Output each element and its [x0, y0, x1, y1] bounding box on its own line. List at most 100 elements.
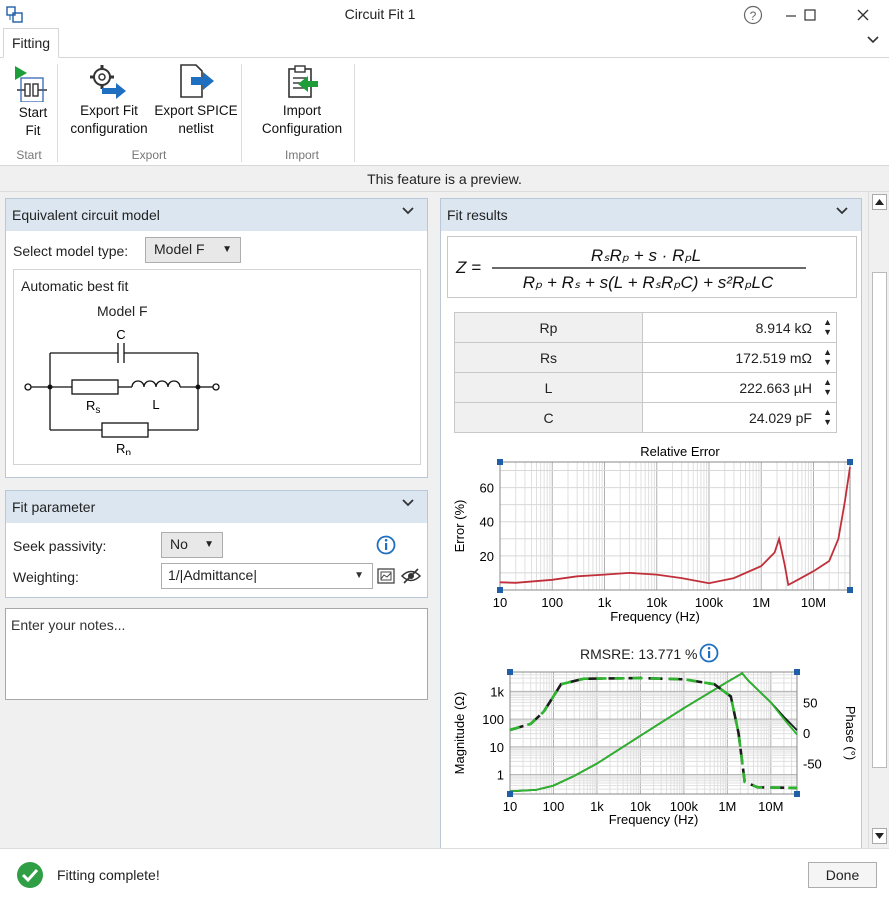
- resize-handle: [794, 791, 800, 797]
- spin-arrows-icon[interactable]: ▲ ▼: [823, 377, 832, 397]
- model-preview-box: Automatic best fit Model F C Rs L Rp: [13, 269, 421, 465]
- help-icon[interactable]: ?: [741, 3, 765, 27]
- label-rp: Rp: [116, 441, 131, 455]
- x-tick-label: 1M: [752, 595, 770, 610]
- close-icon[interactable]: [851, 3, 875, 27]
- scroll-up-button[interactable]: [872, 194, 887, 210]
- scroll-thumb[interactable]: [872, 272, 887, 768]
- x-tick-label: 10M: [758, 799, 783, 814]
- start-fit-button[interactable]: Start Fit: [10, 62, 56, 138]
- weighting-dropdown[interactable]: 1/|Admittance| ▼: [161, 563, 373, 589]
- label-c: C: [116, 327, 125, 342]
- fit-parameter-header[interactable]: Fit parameter: [6, 491, 427, 523]
- group-export-label: Export: [131, 148, 167, 162]
- export-spice-label-1: Export SPICE: [154, 103, 238, 118]
- impedance-formula-svg: Z = RₛRₚ + s · RₚL Rₚ + Rₛ + s(L + RₛRₚC…: [455, 246, 806, 292]
- y-tick-label: 40: [480, 515, 494, 530]
- circuit-diagram: C Rs L Rp: [24, 327, 220, 455]
- weighting-value: 1/|Admittance|: [168, 567, 257, 583]
- chevron-down-icon[interactable]: [401, 205, 415, 220]
- export-netlist-icon: [180, 64, 214, 98]
- y-axis-label: Magnitude (Ω): [452, 692, 467, 775]
- spin-arrows-icon[interactable]: ▲ ▼: [823, 407, 832, 427]
- scroll-down-button[interactable]: [872, 828, 887, 844]
- param-name: Rp: [454, 312, 643, 343]
- hide-eye-icon[interactable]: [400, 566, 422, 589]
- export-gear-icon: [90, 65, 126, 99]
- fit-results-title: Fit results: [447, 207, 508, 223]
- title-bar: Circuit Fit 1 ?: [0, 0, 889, 30]
- param-value: 24.029 pF: [748, 409, 812, 426]
- param-value: 172.519 mΩ: [735, 349, 812, 366]
- x-tick-label: 10M: [801, 595, 826, 610]
- done-button[interactable]: Done: [808, 862, 877, 888]
- resize-handle: [847, 587, 853, 593]
- vertical-scrollbar[interactable]: [868, 192, 889, 848]
- fit-parameter-title: Fit parameter: [12, 499, 96, 515]
- chart-preview-icon[interactable]: [376, 566, 396, 589]
- info-icon[interactable]: [375, 534, 397, 559]
- export-spice-button[interactable]: Export SPICE netlist: [154, 62, 238, 138]
- relative-error-chart: Relative Error 10 100 1k 10k 100k 1M 10M 20 40 60 F…: [450, 440, 858, 630]
- param-value-field[interactable]: 8.914 kΩ ▲ ▼: [642, 312, 837, 343]
- x-tick-label: 10: [493, 595, 507, 610]
- notes-textarea[interactable]: Enter your notes...: [5, 608, 428, 700]
- svg-text:RₛRₚ + s · RₚL: RₛRₚ + s · RₚL: [591, 246, 701, 265]
- import-label-2: Configuration: [261, 121, 343, 136]
- param-row: Rp 8.914 kΩ ▲ ▼: [454, 312, 837, 343]
- svg-text:Rₚ + Rₛ + s(L + RₛRₚC) + s²RₚL: Rₚ + Rₛ + s(L + RₛRₚC) + s²RₚLC: [523, 273, 774, 292]
- chevron-down-icon[interactable]: [835, 205, 849, 220]
- param-value-field[interactable]: 222.663 µH ▲ ▼: [642, 372, 837, 403]
- param-value: 8.914 kΩ: [755, 319, 812, 336]
- model-type-dropdown[interactable]: Model F ▼: [145, 237, 241, 263]
- x-tick-label: 1k: [590, 799, 604, 814]
- start-fit-icon: [15, 66, 47, 102]
- ribbon-separator: [241, 64, 242, 162]
- spin-arrows-icon[interactable]: ▲ ▼: [823, 317, 832, 337]
- dropdown-arrow-icon: ▼: [204, 539, 214, 550]
- svg-text:?: ?: [750, 9, 757, 23]
- x-axis-label: Frequency (Hz): [610, 609, 700, 624]
- param-value-field[interactable]: 172.519 mΩ ▲ ▼: [642, 342, 837, 373]
- chevron-down-icon[interactable]: [401, 497, 415, 512]
- y-axis-label: Error (%): [452, 500, 467, 553]
- fit-parameter-panel: Fit parameter Seek passivity: No ▼ Weigh…: [5, 490, 428, 598]
- y2-tick-label: 0: [803, 726, 810, 741]
- y-tick-label: 10: [490, 740, 504, 755]
- equivalent-circuit-header[interactable]: Equivalent circuit model: [6, 199, 427, 231]
- import-clipboard-icon: [288, 65, 318, 98]
- resize-handle: [847, 459, 853, 465]
- import-configuration-button[interactable]: Import Configuration: [254, 62, 350, 138]
- param-row: Rs 172.519 mΩ ▲ ▼: [454, 342, 837, 373]
- export-fit-config-button[interactable]: Export Fit configuration: [64, 62, 154, 138]
- param-value-field[interactable]: 24.029 pF ▲ ▼: [642, 402, 837, 433]
- best-fit-label: Automatic best fit: [21, 278, 129, 294]
- resize-handle: [497, 587, 503, 593]
- resize-handle: [794, 669, 800, 675]
- fit-results-header[interactable]: Fit results: [441, 199, 861, 231]
- spin-arrows-icon[interactable]: ▲ ▼: [823, 347, 832, 367]
- x-tick-label: 1k: [598, 595, 612, 610]
- dropdown-arrow-icon: ▼: [354, 570, 364, 581]
- param-name: C: [454, 402, 643, 433]
- ribbon-separator: [354, 64, 355, 162]
- ribbon-collapse-icon[interactable]: [866, 34, 880, 49]
- bode-chart: 10 100 1k 10k 100k 1M 10M 1 10 100 1k 50 0 -50 Frequen…: [450, 664, 858, 840]
- export-fit-label-2: configuration: [70, 121, 148, 136]
- weighting-label: Weighting:: [13, 569, 79, 585]
- seek-passivity-dropdown[interactable]: No ▼: [161, 532, 223, 558]
- y-tick-label: 60: [480, 481, 494, 496]
- rmsre-value: RMSRE: 13.771 %: [580, 646, 698, 662]
- param-row: L 222.663 µH ▲ ▼: [454, 372, 837, 403]
- maximize-icon[interactable]: [798, 3, 822, 27]
- tab-fitting[interactable]: Fitting: [3, 28, 59, 58]
- ribbon-tab-bar: [0, 30, 889, 58]
- param-row: C 24.029 pF ▲ ▼: [454, 402, 837, 433]
- bode-svg: 10 100 1k 10k 100k 1M 10M1101001k500-50Frequen…: [452, 669, 858, 827]
- resize-handle: [507, 669, 513, 675]
- dropdown-arrow-icon: ▼: [222, 244, 232, 255]
- fit-parameter-table: Rp 8.914 kΩ ▲ ▼ Rs 172.519 mΩ ▲ ▼ L 222.663 µH ▲ ▼ C…: [454, 312, 837, 433]
- x-tick-label: 10: [503, 799, 517, 814]
- start-fit-label-1: Start: [18, 105, 48, 120]
- x-tick-label: 1M: [718, 799, 736, 814]
